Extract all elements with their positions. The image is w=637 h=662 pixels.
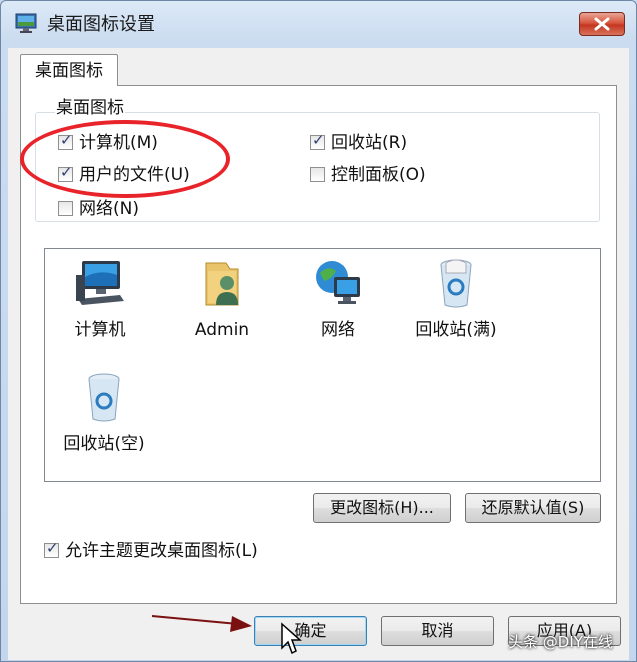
icon-item-computer[interactable]: 计算机 <box>45 255 155 342</box>
watermark: 头条 @DIY在线 <box>508 633 613 651</box>
checkbox-label: 回收站(R) <box>331 133 408 153</box>
close-button[interactable] <box>579 12 625 36</box>
cancel-button[interactable]: 取消 <box>381 616 494 646</box>
checkbox-label: 控制面板(O) <box>331 165 426 185</box>
icon-item-recycle-bin-empty[interactable]: 回收站(空) <box>49 369 159 456</box>
icon-label: 回收站(空) <box>63 434 145 454</box>
annotation-arrow-icon <box>151 615 252 632</box>
red-annotation-circle <box>20 120 230 198</box>
recycle-bin-empty-icon <box>88 373 120 422</box>
checkbox-control-panel[interactable]: 控制面板(O) <box>310 163 426 187</box>
icon-label: 回收站(满) <box>415 320 497 340</box>
desktop-icon <box>15 13 37 33</box>
close-icon <box>594 17 610 31</box>
check-icon: ✓ <box>46 539 59 557</box>
icon-label: 计算机 <box>74 320 126 340</box>
icon-list[interactable]: 计算机 Admin 网络 回收站(满) 回收站(空) <box>44 248 601 482</box>
tab-desktop-icons[interactable]: 桌面图标 <box>20 54 118 86</box>
computer-icon <box>76 261 124 305</box>
icon-item-admin[interactable]: Admin <box>167 255 277 342</box>
ok-button[interactable]: 确定 <box>254 616 367 646</box>
checkbox-label: 允许主题更改桌面图标(L) <box>65 541 258 561</box>
mouse-cursor-icon <box>281 622 302 655</box>
icon-item-network[interactable]: 网络 <box>283 255 393 342</box>
checkbox-label: 网络(N) <box>79 199 139 219</box>
restore-default-button[interactable]: 还原默认值(S) <box>465 493 601 523</box>
checkbox-box[interactable] <box>310 167 325 182</box>
recycle-bin-full-icon <box>440 259 472 308</box>
checkbox-allow-themes[interactable]: ✓ 允许主题更改桌面图标(L) <box>44 539 258 563</box>
change-icon-button[interactable]: 更改图标(H)... <box>313 493 451 523</box>
icon-label: 网络 <box>321 320 355 340</box>
checkbox-network[interactable]: 网络(N) <box>58 197 139 221</box>
checkbox-recycle-bin[interactable]: ✓ 回收站(R) <box>310 131 407 155</box>
title-bar[interactable]: 桌面图标设置 <box>1 1 636 49</box>
check-icon: ✓ <box>312 131 325 149</box>
checkbox-box[interactable]: ✓ <box>44 539 59 558</box>
checkbox-box[interactable] <box>58 201 73 216</box>
icon-item-recycle-bin-full[interactable]: 回收站(满) <box>401 255 511 342</box>
group-label: 桌面图标 <box>55 97 125 119</box>
checkbox-box[interactable]: ✓ <box>310 131 325 150</box>
network-icon <box>316 261 360 304</box>
user-folder-icon <box>205 262 239 306</box>
window-title: 桌面图标设置 <box>47 14 155 35</box>
icon-label: Admin <box>194 320 250 340</box>
